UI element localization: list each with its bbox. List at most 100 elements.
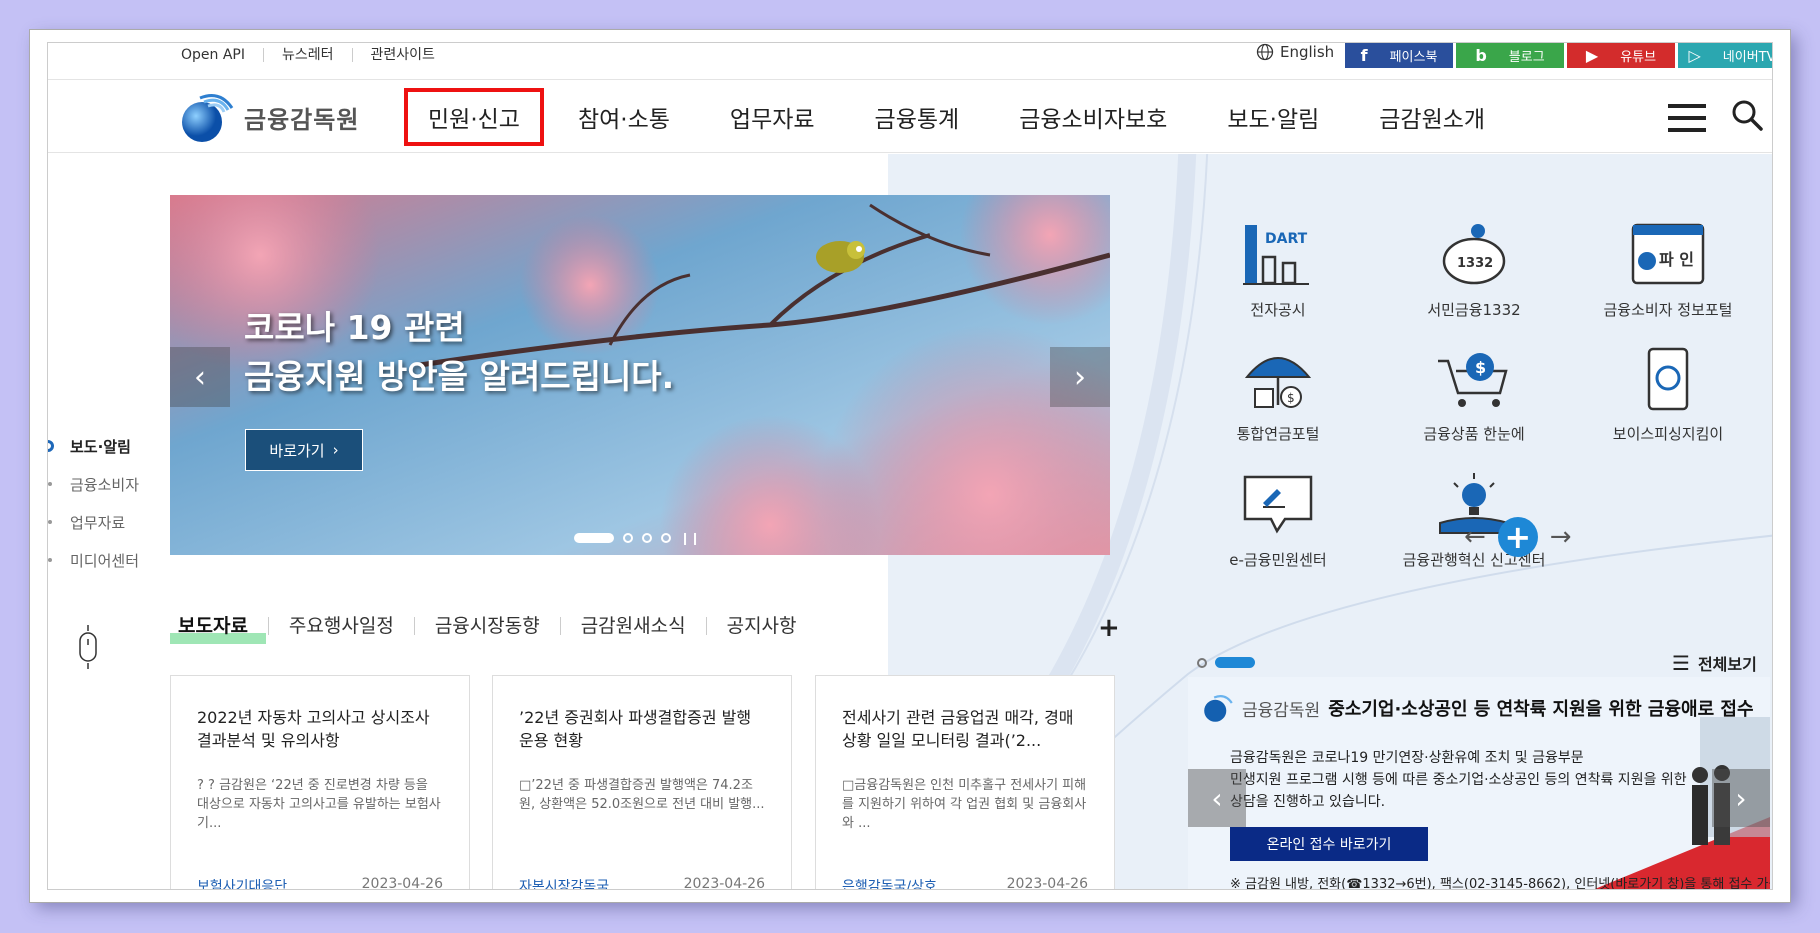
main-banner[interactable]: 코로나 19 관련 금융지원 방안을 알려드립니다. 바로가기 › ‹ › ❙❙ [170,195,1110,555]
youtube-icon: ▶ [1585,46,1599,65]
quick-1332[interactable]: 1332 서민금융1332 [1394,223,1554,320]
notice-next-button[interactable]: › [1712,769,1770,827]
svg-text:$: $ [1475,358,1486,377]
banner-next-button[interactable]: › [1050,347,1110,407]
piggy-bank-icon: 1332 [1442,224,1506,285]
dart-icon: DART [1243,225,1309,285]
news-card[interactable]: 전세사기 관련 금융업권 매각, 경매상황 일일 모니터링 결과(’2... □… [815,675,1115,890]
side-nav-business[interactable]: 업무자료 [48,503,139,541]
menu-complaint-report[interactable]: 민원·신고 [404,88,544,146]
blog-link[interactable]: b 블로그 [1456,43,1564,68]
quick-voicephishing[interactable]: 보이스피싱지킴이 [1588,347,1748,444]
pencil-bubble-icon [1243,475,1313,534]
plus-icon[interactable]: + [1497,517,1538,557]
menu-about[interactable]: 금감원소개 [1379,100,1485,134]
notice-prev-button[interactable]: ‹ [1188,769,1246,827]
quick-label: 서민금융1332 [1427,301,1521,319]
chevron-left-icon: ‹ [1211,781,1223,815]
quick-e-complaint[interactable]: e-금융민원센터 [1198,473,1358,570]
menu-participation[interactable]: 참여·소통 [578,100,670,134]
side-nav-label: 금융소비자 [70,475,140,494]
card-dept: 자본시장감독국 [519,879,610,890]
youtube-link[interactable]: ▶ 유튜브 [1567,43,1675,68]
site-logo[interactable]: 금융감독원 [178,90,359,144]
notice-dot-active[interactable] [1215,657,1255,668]
notice-body-line: 금융감독원은 코로나19 만기연장·상환유예 조치 및 금융부문 [1230,750,1584,766]
notice-banner[interactable]: 금융감독원 중소기업·소상공인 등 연착륙 지원을 위한 금융애로 접수 금융감… [1188,677,1770,890]
quick-label: e-금융민원센터 [1229,551,1327,569]
view-all-button[interactable]: ☰ 전체보기 [1672,651,1757,675]
side-nav-consumer[interactable]: 금융소비자 [48,465,139,503]
facebook-link[interactable]: f 페이스북 [1345,43,1453,68]
notice-dot[interactable] [1197,657,1207,668]
facebook-label: 페이스북 [1389,50,1438,65]
banner-dot[interactable] [642,533,652,543]
hamburger-menu-icon[interactable] [1668,104,1706,132]
quick-products[interactable]: $ 금융상품 한눈에 [1394,347,1554,444]
menu-business-data[interactable]: 업무자료 [730,100,815,134]
online-apply-button[interactable]: 온라인 접수 바로가기 [1230,827,1428,861]
scroll-mouse-icon[interactable] [78,625,98,673]
card-date: 2023-04-26 [1006,876,1088,890]
facebook-icon: f [1360,46,1368,65]
pause-icon[interactable]: ❙❙ [680,531,700,545]
banner-dot-active[interactable] [574,533,614,543]
active-dot-icon [48,440,54,452]
newsletter-link[interactable]: 뉴스레터 [264,48,353,62]
news-card[interactable]: ’22년 증권회사 파생결합증권 발행 운용 현황 □’22년 중 파생결합증권… [492,675,792,890]
tab-notices[interactable]: 공지사항 [707,617,817,636]
utility-links: Open API 뉴스레터 관련사이트 [181,48,453,62]
open-api-link[interactable]: Open API [181,48,264,62]
notice-body-line: 민생지원 프로그램 시행 등에 따른 중소기업·소상공인 등의 연착륙 지원을 … [1230,772,1687,788]
search-icon[interactable] [1730,98,1764,136]
global-nav: 금융감독원 민원·신고 참여·소통 업무자료 금융통계 금융소비자보호 보도·알… [48,79,1772,153]
language-label: English [1280,43,1335,61]
view-all-label: 전체보기 [1697,655,1757,674]
banner-dot[interactable] [661,533,671,543]
card-date: 2023-04-26 [361,876,443,890]
banner-dot[interactable] [623,533,633,543]
chevron-right-icon: › [332,441,339,459]
svg-text:1332: 1332 [1457,256,1493,271]
side-nav-media[interactable]: 미디어센터 [48,541,139,579]
quick-label: 금융소비자 정보포털 [1603,301,1733,319]
banner-line-2: 금융지원 방안을 알려드립니다. [244,357,675,396]
tab-news[interactable]: 금감원새소식 [561,617,707,636]
tab-events[interactable]: 주요행사일정 [269,617,415,636]
quick-fine[interactable]: 파 인 금융소비자 정보포털 [1588,223,1748,320]
arrow-right-icon[interactable]: → [1550,522,1572,552]
notice-body-line: 상담을 진행하고 있습니다. [1230,794,1386,810]
news-card[interactable]: 2022년 자동차 고의사고 상시조사 결과분석 및 유의사항 ? ? 금감원은… [170,675,470,890]
dot-icon [48,520,52,524]
related-sites-link[interactable]: 관련사이트 [353,48,453,62]
umbrella-pension-icon: $ [1244,357,1312,408]
tab-press-release[interactable]: 보도자료 [178,617,269,636]
banner-go-button[interactable]: 바로가기 › [245,429,363,471]
notice-pagination [1197,657,1255,668]
navertv-label: 네이버TV [1722,50,1773,65]
quick-pension[interactable]: $ 통합연금포털 [1198,347,1358,444]
list-icon: ☰ [1672,651,1690,675]
tab-market-trends[interactable]: 금융시장동향 [415,617,561,636]
main-menu: 민원·신고 참여·소통 업무자료 금융통계 금융소비자보호 보도·알림 금감원소… [404,80,1545,154]
menu-press[interactable]: 보도·알림 [1227,100,1319,134]
card-date: 2023-04-26 [683,876,765,890]
side-nav-press[interactable]: 보도·알림 [48,427,139,465]
banner-line-1: 코로나 19 관련 [244,308,465,347]
more-plus-icon[interactable]: + [1098,613,1120,643]
quick-label: 통합연금포털 [1236,425,1320,443]
menu-consumer-protection[interactable]: 금융소비자보호 [1019,100,1167,134]
quick-dart[interactable]: DART 전자공시 [1198,223,1358,320]
chevron-right-icon: › [1735,781,1747,815]
card-title: 전세사기 관련 금융업권 매각, 경매상황 일일 모니터링 결과(’2... [842,708,1074,750]
side-nav-label: 미디어센터 [70,551,140,570]
arrow-left-icon[interactable]: ← [1464,522,1486,552]
news-tabs: 보도자료 주요행사일정 금융시장동향 금감원새소식 공지사항 [178,617,817,636]
language-switch[interactable]: English [1256,43,1334,61]
banner-prev-button[interactable]: ‹ [170,347,230,407]
shopping-cart-icon: $ [1438,353,1508,407]
notice-footnote: ※ 금감원 내방, 전화(☎1332→6번), 팩스(02-3145-8662)… [1230,877,1770,890]
notice-title: 금융감독원 중소기업·소상공인 등 연착륙 지원을 위한 금융애로 접수 [1202,693,1754,723]
navertv-link[interactable]: ▷ 네이버TV [1678,43,1773,68]
menu-statistics[interactable]: 금융통계 [875,100,960,134]
